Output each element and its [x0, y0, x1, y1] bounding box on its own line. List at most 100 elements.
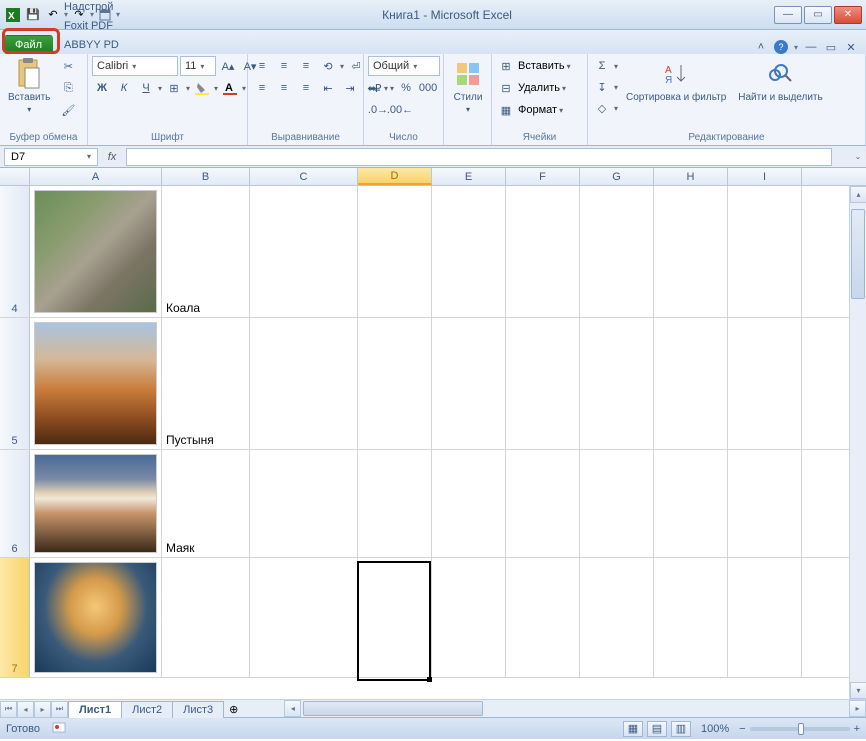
help-icon[interactable]: ?: [774, 40, 788, 54]
align-bottom-icon[interactable]: ≡: [296, 56, 316, 76]
hscroll-left-icon[interactable]: ◂: [284, 700, 301, 717]
font-size-combo[interactable]: 11▾: [180, 56, 216, 76]
border-icon[interactable]: ⊞: [164, 78, 184, 98]
col-header-D[interactable]: D: [358, 168, 432, 185]
page-layout-view-icon[interactable]: ▤: [647, 721, 667, 737]
cell-G5[interactable]: [580, 318, 654, 449]
col-header-E[interactable]: E: [432, 168, 506, 185]
row-header-5[interactable]: 5: [0, 318, 30, 449]
row-header-4[interactable]: 4: [0, 186, 30, 317]
cell-B4[interactable]: Коала: [162, 186, 250, 317]
fx-button[interactable]: fx: [102, 148, 122, 166]
fill-color-icon[interactable]: [192, 78, 212, 98]
cell-F7[interactable]: [506, 558, 580, 677]
cell-B6[interactable]: Маяк: [162, 450, 250, 557]
macro-record-icon[interactable]: [52, 720, 66, 737]
zoom-in-icon[interactable]: +: [854, 723, 860, 735]
ribbon-tab-8[interactable]: Надстрой: [55, 0, 128, 16]
cell-B5[interactable]: Пустыня: [162, 318, 250, 449]
zoom-level[interactable]: 100%: [701, 723, 729, 735]
col-header-C[interactable]: C: [250, 168, 358, 185]
cell-C4[interactable]: [250, 186, 358, 317]
paste-button[interactable]: Вставить ▾: [4, 56, 54, 116]
sort-filter-button[interactable]: АЯ Сортировка и фильтр: [622, 56, 730, 105]
image-lighthouse[interactable]: [34, 454, 157, 553]
cell-H4[interactable]: [654, 186, 728, 317]
doc-minimize-icon[interactable]: —: [804, 40, 818, 54]
cell-D4[interactable]: [358, 186, 432, 317]
scroll-down-icon[interactable]: ▾: [850, 682, 866, 699]
find-select-button[interactable]: Найти и выделить: [734, 56, 826, 105]
doc-close-icon[interactable]: ✕: [844, 40, 858, 54]
cell-D7[interactable]: [358, 558, 432, 677]
delete-cells-button[interactable]: ⊟Удалить▾: [496, 78, 566, 98]
cut-icon[interactable]: ✂: [58, 56, 78, 76]
copy-icon[interactable]: ⎘: [58, 78, 78, 98]
formula-input[interactable]: [126, 148, 832, 166]
maximize-button[interactable]: ▭: [804, 6, 832, 24]
fill-button[interactable]: ↧▾: [592, 77, 618, 97]
cell-H5[interactable]: [654, 318, 728, 449]
underline-button[interactable]: Ч: [136, 78, 156, 98]
cell-A5[interactable]: [30, 318, 162, 449]
row-header-6[interactable]: 6: [0, 450, 30, 557]
grid-rows[interactable]: 4 Коала 5 Пустыня 6 Маяк 7: [0, 186, 866, 699]
align-center-icon[interactable]: ≡: [274, 78, 294, 98]
ribbon-tab-10[interactable]: ABBYY PD: [55, 35, 128, 54]
format-cells-button[interactable]: ▦Формат▾: [496, 100, 563, 120]
cell-G4[interactable]: [580, 186, 654, 317]
col-header-G[interactable]: G: [580, 168, 654, 185]
file-tab[interactable]: Файл: [4, 35, 53, 54]
insert-cells-button[interactable]: ⊞Вставить▾: [496, 56, 571, 76]
decrease-decimal-icon[interactable]: .00←: [390, 100, 410, 120]
cell-A6[interactable]: [30, 450, 162, 557]
cell-H6[interactable]: [654, 450, 728, 557]
cell-A7[interactable]: [30, 558, 162, 677]
font-name-combo[interactable]: Calibri▾: [92, 56, 178, 76]
minimize-ribbon-icon[interactable]: ˄: [754, 40, 768, 54]
cell-E4[interactable]: [432, 186, 506, 317]
formula-expand-icon[interactable]: ⌄: [850, 152, 866, 161]
decrease-indent-icon[interactable]: ⇤: [318, 78, 338, 98]
cell-D6[interactable]: [358, 450, 432, 557]
col-header-I[interactable]: I: [728, 168, 802, 185]
sheet-first-icon[interactable]: ⏮: [0, 701, 17, 718]
cell-I4[interactable]: [728, 186, 802, 317]
sheet-tab-1[interactable]: Лист2: [121, 701, 173, 718]
clear-button[interactable]: ◇▾: [592, 98, 618, 118]
select-all-corner[interactable]: [0, 168, 30, 185]
name-box[interactable]: D7▾: [4, 148, 98, 166]
comma-icon[interactable]: 000: [418, 78, 438, 98]
number-format-combo[interactable]: Общий▾: [368, 56, 440, 76]
cell-F6[interactable]: [506, 450, 580, 557]
ribbon-tab-9[interactable]: Foxit PDF: [55, 16, 128, 35]
cell-C7[interactable]: [250, 558, 358, 677]
percent-icon[interactable]: %: [396, 78, 416, 98]
align-top-icon[interactable]: ≡: [252, 56, 272, 76]
cell-H7[interactable]: [654, 558, 728, 677]
sheet-tab-0[interactable]: Лист1: [68, 701, 122, 718]
cell-G7[interactable]: [580, 558, 654, 677]
image-koala[interactable]: [34, 190, 157, 313]
sheet-last-icon[interactable]: ⏭: [51, 701, 68, 718]
styles-button[interactable]: Стили ▾: [448, 56, 488, 116]
orientation-icon[interactable]: ⟲: [318, 56, 338, 76]
zoom-out-icon[interactable]: −: [739, 723, 745, 735]
col-header-A[interactable]: A: [30, 168, 162, 185]
close-button[interactable]: ✕: [834, 6, 862, 24]
format-painter-icon[interactable]: 🖌: [58, 100, 78, 120]
cell-I7[interactable]: [728, 558, 802, 677]
increase-indent-icon[interactable]: ⇥: [340, 78, 360, 98]
sheet-prev-icon[interactable]: ◂: [17, 701, 34, 718]
increase-decimal-icon[interactable]: .0→: [368, 100, 388, 120]
row-header-7[interactable]: 7: [0, 558, 30, 677]
page-break-view-icon[interactable]: ▥: [671, 721, 691, 737]
sheet-next-icon[interactable]: ▸: [34, 701, 51, 718]
col-header-B[interactable]: B: [162, 168, 250, 185]
align-left-icon[interactable]: ≡: [252, 78, 272, 98]
cell-E6[interactable]: [432, 450, 506, 557]
cell-F5[interactable]: [506, 318, 580, 449]
horizontal-scrollbar[interactable]: [301, 700, 849, 717]
cell-E7[interactable]: [432, 558, 506, 677]
cell-E5[interactable]: [432, 318, 506, 449]
